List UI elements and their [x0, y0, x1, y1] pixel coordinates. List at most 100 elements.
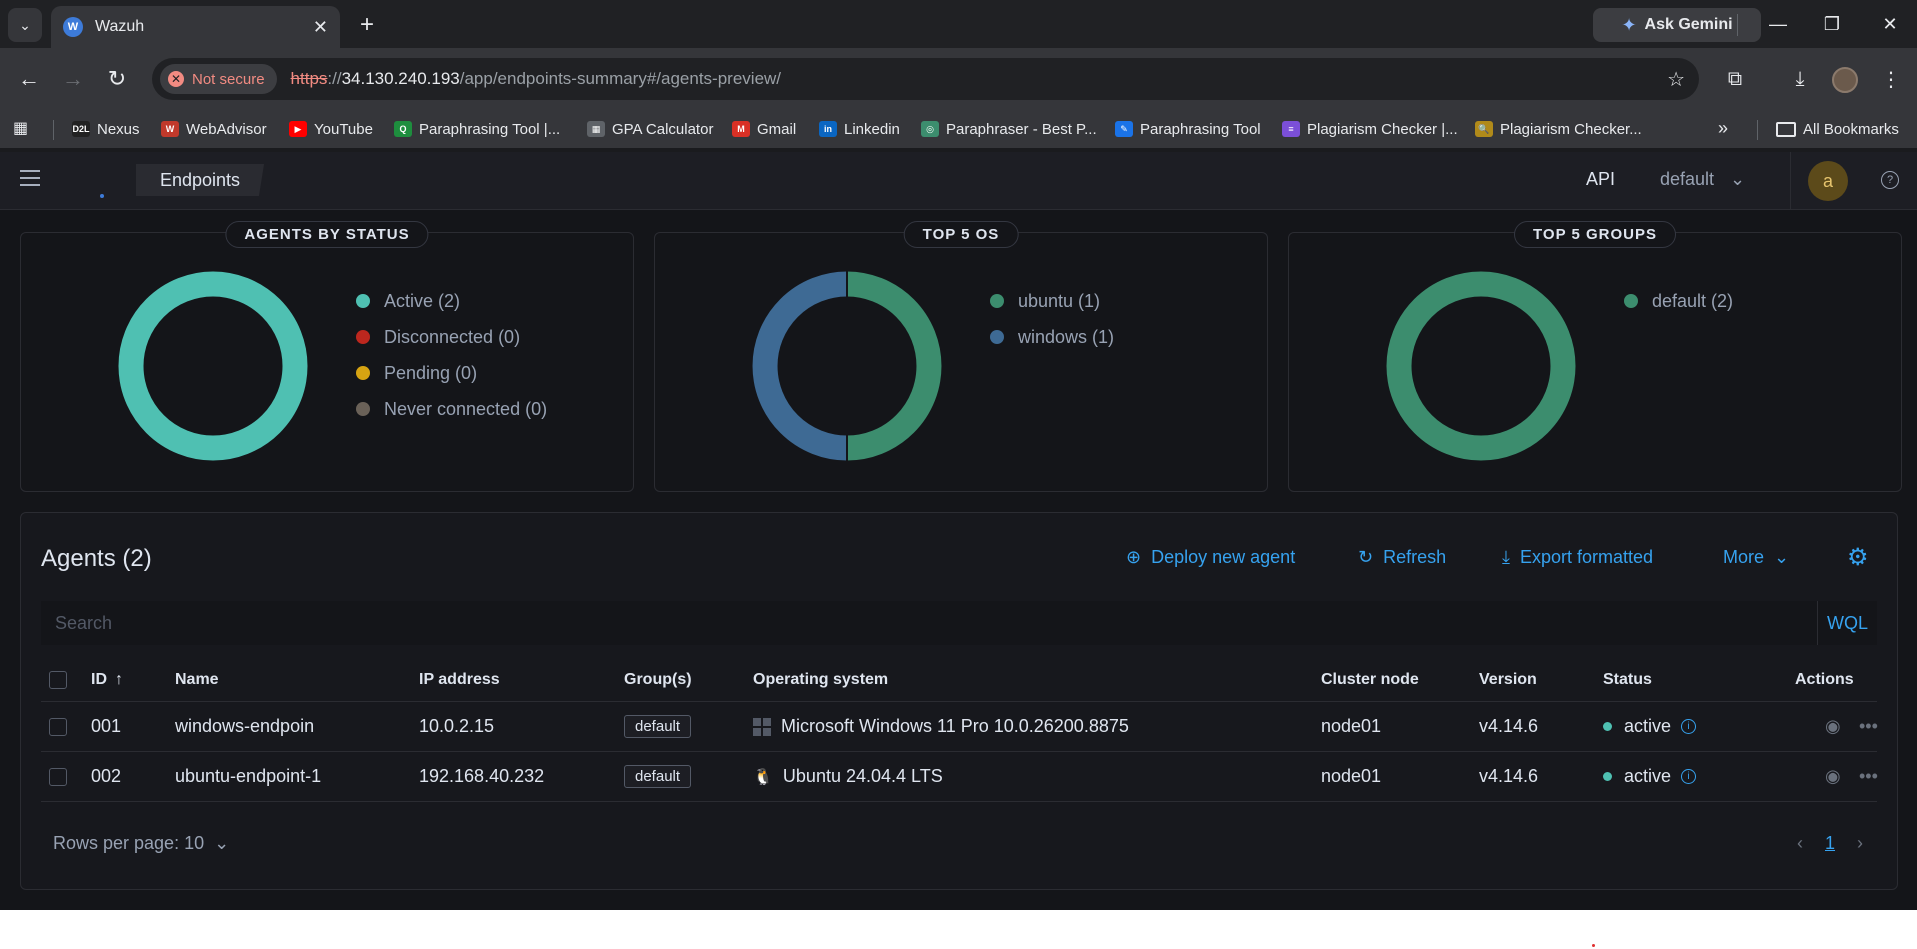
column-header-name[interactable]: Name — [175, 658, 219, 701]
info-icon[interactable]: i — [1681, 719, 1697, 734]
bookmark-item[interactable]: in Linkedin — [819, 117, 900, 141]
os-label: Microsoft Windows 11 Pro 10.0.26200.8875 — [781, 716, 1129, 736]
more-bookmarks-icon[interactable]: » — [1718, 118, 1728, 139]
breadcrumb-endpoints[interactable]: Endpoints — [136, 164, 265, 196]
legend-item-never-connected[interactable]: Never connected (0) — [356, 391, 547, 427]
minimize-button[interactable]: — — [1758, 8, 1798, 40]
table-header-row: ID ↑ Name IP address Group(s) Operating s… — [41, 658, 1877, 702]
bookmark-item[interactable]: 🔍 Plagiarism Checker... — [1475, 117, 1642, 141]
restore-button[interactable]: ❐ — [1812, 8, 1852, 40]
legend-label: windows (1) — [1018, 326, 1115, 347]
new-tab-button[interactable]: + — [352, 10, 382, 40]
column-header-groups[interactable]: Group(s) — [624, 658, 692, 701]
column-header-id[interactable]: ID ↑ — [91, 658, 123, 701]
menu-kebab-icon[interactable]: ⋮ — [1874, 62, 1908, 96]
column-header-version[interactable]: Version — [1479, 658, 1537, 701]
page-number[interactable]: 1 — [1825, 833, 1835, 854]
tab-wazuh[interactable]: W Wazuh ✕ — [51, 6, 340, 48]
donut-slice-active[interactable] — [118, 271, 308, 461]
bookmark-label: Linkedin — [844, 120, 900, 138]
legend-item-default[interactable]: default (2) — [1624, 283, 1733, 319]
close-icon[interactable]: ✕ — [313, 17, 328, 38]
groups-legend: default (2) — [1624, 283, 1733, 319]
row-checkbox[interactable] — [49, 752, 67, 801]
rows-per-page-selector[interactable]: Rows per page: 10 ⌄ — [53, 833, 229, 854]
bookmark-label: Nexus — [97, 120, 140, 138]
column-header-os[interactable]: Operating system — [753, 658, 888, 701]
site-info-button[interactable]: ✕ Not secure — [160, 64, 277, 94]
bookmark-item[interactable]: ✎ Paraphrasing Tool — [1115, 117, 1261, 141]
back-button[interactable]: ← — [12, 62, 46, 96]
all-bookmarks-label: All Bookmarks — [1803, 120, 1899, 138]
legend-item-disconnected[interactable]: Disconnected (0) — [356, 319, 547, 355]
group-badge[interactable]: default — [624, 765, 692, 788]
view-details-icon[interactable]: ◉ — [1825, 752, 1841, 801]
column-header-status[interactable]: Status — [1603, 658, 1652, 701]
bookmark-star-icon[interactable]: ☆ — [1667, 67, 1685, 92]
donut-slice-ubuntu[interactable] — [846, 271, 942, 461]
chevron-down-icon: ⌄ — [19, 16, 31, 33]
info-icon[interactable]: i — [1681, 769, 1697, 784]
bookmark-item[interactable]: M Gmail — [732, 117, 796, 141]
bookmark-favicon-icon: ◎ — [921, 121, 939, 137]
column-header-cluster[interactable]: Cluster node — [1321, 658, 1419, 701]
donut-slice-default[interactable] — [1386, 271, 1576, 461]
table-row[interactable]: 001 windows-endpoin 10.0.2.15 default Mi… — [41, 702, 1878, 752]
refresh-button[interactable]: ↻ Refresh — [1358, 547, 1446, 568]
ask-gemini-button[interactable]: ✦ Ask Gemini — [1593, 8, 1761, 42]
gear-icon[interactable]: ⚙ — [1847, 543, 1869, 572]
address-bar[interactable]: ✕ Not secure https://34.130.240.193/app/… — [152, 58, 1699, 100]
previous-page-icon[interactable]: ‹ — [1797, 833, 1803, 854]
help-icon[interactable]: ? — [1881, 171, 1899, 189]
legend-item-windows[interactable]: windows (1) — [990, 319, 1114, 355]
export-formatted-button[interactable]: ⤓ Export formatted — [1502, 547, 1653, 568]
close-window-button[interactable]: ✕ — [1870, 8, 1910, 40]
search-input[interactable] — [41, 601, 1817, 645]
bookmark-label: GPA Calculator — [612, 120, 714, 138]
extensions-icon[interactable]: ⧉ — [1718, 62, 1752, 96]
export-icon: ⤓ — [1502, 547, 1510, 567]
all-bookmarks-button[interactable]: All Bookmarks — [1776, 117, 1899, 141]
row-actions-menu-icon[interactable]: ••• — [1859, 752, 1878, 801]
wazuh-logo[interactable] — [77, 162, 121, 200]
row-checkbox[interactable] — [49, 702, 67, 751]
hamburger-menu-icon[interactable] — [20, 170, 40, 186]
forward-button[interactable]: → — [56, 62, 90, 96]
bookmark-item[interactable]: W WebAdvisor — [161, 117, 267, 141]
bookmark-favicon-icon: 🔍 — [1475, 121, 1493, 137]
column-header-ip[interactable]: IP address — [419, 658, 500, 701]
group-badge[interactable]: default — [624, 715, 692, 738]
agent-version: v4.14.6 — [1479, 716, 1539, 736]
api-label: API — [1586, 169, 1616, 189]
select-all-checkbox[interactable] — [49, 658, 67, 701]
table-row[interactable]: 002 ubuntu-endpoint-1 192.168.40.232 def… — [41, 752, 1878, 802]
wql-button[interactable]: WQL — [1817, 601, 1877, 645]
deploy-new-agent-button[interactable]: ⊕ Deploy new agent — [1126, 547, 1295, 568]
more-button[interactable]: More ⌄ — [1723, 547, 1789, 568]
bookmark-item[interactable]: ▦ GPA Calculator — [587, 117, 713, 141]
bookmark-item[interactable]: ◎ Paraphraser - Best P... — [921, 117, 1097, 141]
user-avatar[interactable]: a — [1808, 161, 1848, 201]
legend-item-pending[interactable]: Pending (0) — [356, 355, 547, 391]
url-text[interactable]: https://34.130.240.193/app/endpoints-sum… — [291, 69, 781, 89]
donut-slice-windows[interactable] — [752, 271, 848, 461]
apps-grid-icon[interactable]: ▦ — [13, 118, 28, 138]
legend-item-ubuntu[interactable]: ubuntu (1) — [990, 283, 1114, 319]
bookmark-item[interactable]: D2L Nexus — [72, 117, 140, 141]
view-details-icon[interactable]: ◉ — [1825, 702, 1841, 751]
bookmark-favicon-icon: ✎ — [1115, 121, 1133, 137]
row-actions-menu-icon[interactable]: ••• — [1859, 702, 1878, 751]
bookmark-item[interactable]: ▶ YouTube — [289, 117, 373, 141]
legend-item-active[interactable]: Active (2) — [356, 283, 547, 319]
bookmark-item[interactable]: ≡ Plagiarism Checker |... — [1282, 117, 1458, 141]
next-page-icon[interactable]: › — [1857, 833, 1863, 854]
agent-group[interactable]: default — [624, 702, 692, 751]
download-icon[interactable]: ⤓ — [1783, 62, 1817, 96]
agents-title: Agents (2) — [41, 545, 152, 572]
tab-search-button[interactable]: ⌄ — [8, 8, 42, 42]
profile-avatar[interactable] — [1832, 67, 1858, 93]
reload-button[interactable]: ↻ — [100, 62, 134, 96]
agent-group[interactable]: default — [624, 752, 692, 801]
bookmark-item[interactable]: Q Paraphrasing Tool |... — [394, 117, 560, 141]
api-selector[interactable]: default ⌄ — [1660, 169, 1745, 190]
